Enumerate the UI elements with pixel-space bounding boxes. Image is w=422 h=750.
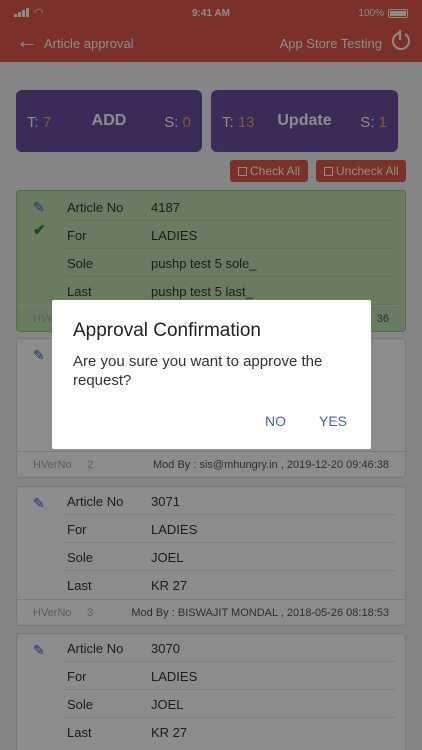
approval-dialog: Approval Confirmation Are you sure you w… — [52, 300, 371, 449]
no-button[interactable]: NO — [265, 413, 286, 429]
dialog-title: Approval Confirmation — [73, 320, 261, 341]
yes-button[interactable]: YES — [319, 413, 347, 429]
dialog-message: Are you sure you want to approve the req… — [73, 353, 323, 389]
